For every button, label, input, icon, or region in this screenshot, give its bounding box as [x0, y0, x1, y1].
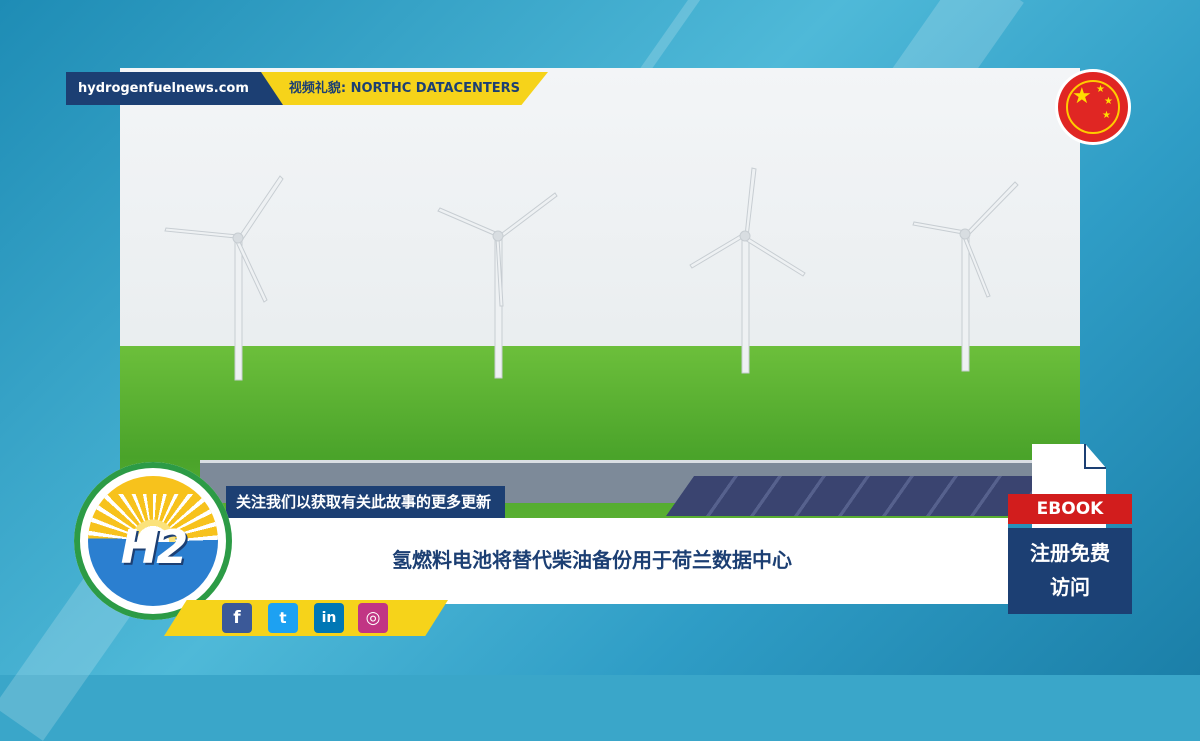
video-frame[interactable] — [120, 68, 1080, 518]
site-name[interactable]: hydrogenfuelnews.com — [66, 72, 261, 105]
flag-star: ★ — [1102, 110, 1111, 121]
brand-bar: hydrogenfuelnews.com 视频礼貌: NORTHC DATACE… — [66, 72, 548, 105]
twitter-icon[interactable]: t — [268, 603, 298, 633]
flag-star: ★ — [1072, 84, 1092, 109]
facebook-icon[interactable]: f — [222, 603, 252, 633]
linkedin-icon[interactable]: in — [314, 603, 344, 633]
social-bar — [164, 600, 448, 636]
ebook-cta[interactable]: 注册免费 访问 — [1008, 528, 1132, 614]
ebook-cta-line1: 注册免费 — [1030, 541, 1110, 565]
instagram-icon[interactable]: ◎ — [358, 603, 388, 633]
headline: 氢燃料电池将替代柴油备份用于荷兰数据中心 — [392, 548, 792, 572]
lower-third: 氢燃料电池将替代柴油备份用于荷兰数据中心 — [176, 518, 1008, 604]
ebook-promo[interactable]: EBOOK 注册免费 访问 — [1008, 444, 1132, 614]
brand-divider — [260, 72, 283, 105]
video-credit: 视频礼貌: NORTHC DATACENTERS — [282, 72, 548, 105]
wind-turbines — [164, 167, 1019, 381]
ebook-cta-line2: 访问 — [1050, 575, 1090, 599]
follow-ticker: 关注我们以获取有关此故事的更多更新 — [226, 486, 506, 518]
china-flag-icon: ★ ★ ★ ★ — [1058, 72, 1128, 142]
ebook-label[interactable]: EBOOK — [1008, 494, 1132, 524]
logo-text: H2 — [120, 520, 189, 574]
logo-inner: H2 — [88, 476, 218, 606]
h2-logo: H2 — [74, 462, 232, 620]
